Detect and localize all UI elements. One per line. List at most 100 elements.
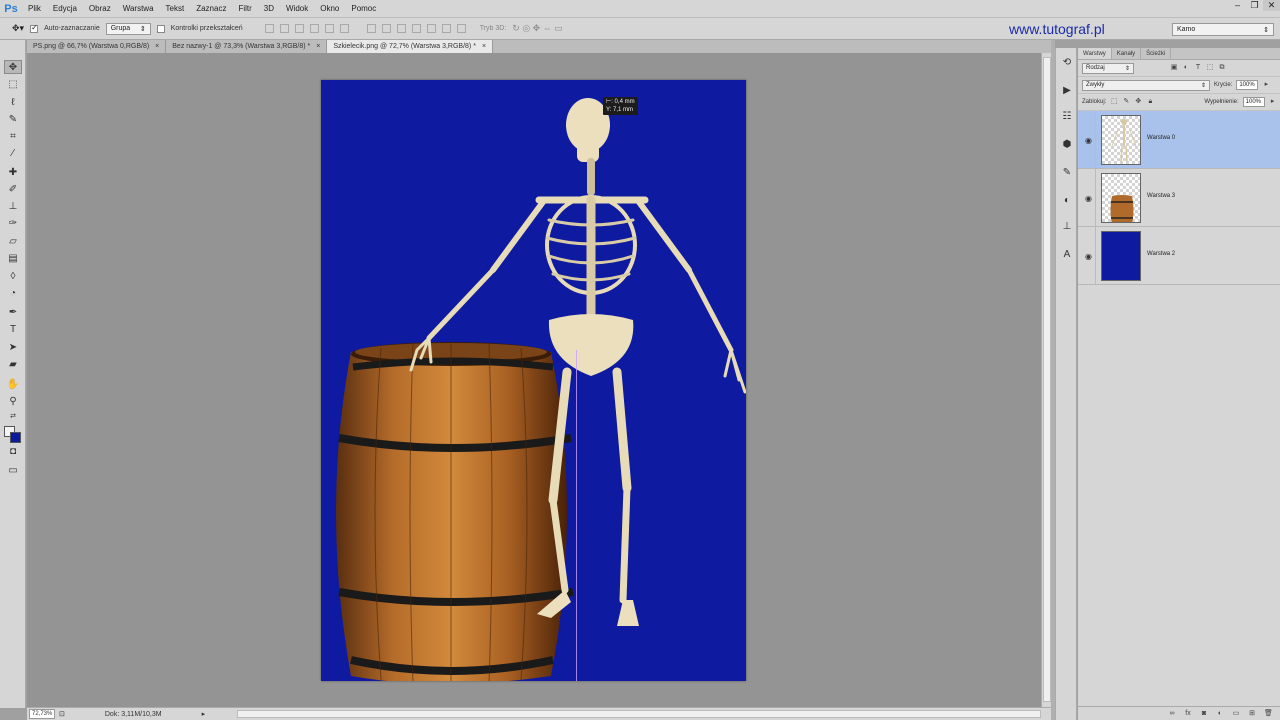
distribute-vcenter-icon[interactable]	[381, 24, 391, 33]
type-tool-icon[interactable]: T	[4, 323, 22, 337]
export-icon[interactable]: ⊡	[59, 710, 65, 718]
fill-dropdown-icon[interactable]: ▸	[1269, 98, 1277, 106]
layer-style-fx-icon[interactable]: fx	[1184, 710, 1192, 718]
3d-rotate-icon[interactable]: ↻ ◎ ✥ ⇔ ▭	[512, 23, 562, 34]
lasso-tool-icon[interactable]: ℓ	[4, 96, 22, 110]
lock-position-icon[interactable]: ✥	[1134, 98, 1142, 106]
distribute-top-icon[interactable]	[366, 24, 376, 33]
close-icon[interactable]: ×	[316, 43, 320, 50]
delete-layer-icon[interactable]: 🗑︎	[1264, 710, 1273, 718]
lock-transparent-icon[interactable]: ⬚	[1110, 98, 1118, 106]
quick-select-tool-icon[interactable]: ✎	[4, 113, 22, 127]
tab-sciezki[interactable]: Ścieżki	[1141, 48, 1172, 59]
fill-field[interactable]: 100%	[1242, 97, 1265, 107]
layer-name[interactable]: Warstwa 2	[1147, 251, 1175, 257]
filter-shape-icon[interactable]: ⬚	[1206, 64, 1214, 72]
zoom-level-field[interactable]: 72,73%	[29, 709, 55, 719]
3d-panel-icon[interactable]: ⬢	[1060, 138, 1074, 152]
skeleton-image[interactable]	[321, 80, 746, 681]
filter-adjustment-icon[interactable]: ◐	[1182, 64, 1190, 72]
canvas-area[interactable]: ⊢: 0,4 mm Y: 7,1 mm	[27, 53, 1041, 707]
workspace-select[interactable]: Kamo ⇕	[1172, 23, 1274, 36]
brush-tool-icon[interactable]: ✐	[4, 183, 22, 197]
history-brush-tool-icon[interactable]: ✑	[4, 217, 22, 231]
status-menu-arrow-icon[interactable]: ▸	[202, 710, 206, 718]
quick-mask-icon[interactable]: ◘	[4, 445, 22, 459]
blend-mode-select[interactable]: Zwykły ⇕	[1082, 79, 1210, 91]
align-bottom-icon[interactable]	[294, 24, 304, 33]
layer-name[interactable]: Warstwa 0	[1147, 135, 1175, 141]
link-layers-icon[interactable]: ∞	[1168, 710, 1176, 718]
move-tool-icon[interactable]: ✥	[4, 60, 22, 74]
distribute-left-icon[interactable]	[411, 24, 421, 33]
screen-mode-icon[interactable]: ▭	[4, 464, 22, 478]
minimize-button[interactable]: –	[1229, 0, 1246, 11]
menu-plik[interactable]: Plik	[22, 4, 47, 13]
align-right-icon[interactable]	[339, 24, 349, 33]
filter-pixel-icon[interactable]: ▣	[1170, 64, 1178, 72]
align-left-icon[interactable]	[309, 24, 319, 33]
add-mask-icon[interactable]: ◙	[1200, 710, 1208, 718]
auto-select-mode-select[interactable]: Grupa ⇕	[105, 22, 151, 35]
menu-widok[interactable]: Widok	[280, 4, 314, 13]
visibility-eye-icon[interactable]: ◉	[1082, 227, 1096, 285]
vertical-scrollbar[interactable]	[1041, 53, 1051, 707]
align-top-icon[interactable]	[264, 24, 274, 33]
menu-zaznacz[interactable]: Zaznacz	[190, 4, 232, 13]
history-panel-icon[interactable]: ⟲	[1060, 56, 1074, 70]
filter-type-icon[interactable]: T	[1194, 64, 1202, 72]
auto-align-icon[interactable]	[456, 24, 466, 33]
document-tab-active[interactable]: Szkielecik.png @ 72,7% (Warstwa 3,RGB/8)…	[327, 40, 494, 53]
document-canvas[interactable]: ⊢: 0,4 mm Y: 7,1 mm	[321, 80, 746, 681]
close-icon[interactable]: ×	[155, 43, 159, 50]
menu-edycja[interactable]: Edycja	[47, 4, 83, 13]
blur-tool-icon[interactable]: ◊	[4, 270, 22, 284]
background-color-swatch[interactable]	[10, 432, 21, 443]
move-tool-preset-icon[interactable]: ✥▾	[12, 23, 24, 34]
hand-tool-icon[interactable]: ✋	[4, 378, 22, 392]
scrollbar-thumb[interactable]	[1043, 57, 1051, 702]
distribute-bottom-icon[interactable]	[396, 24, 406, 33]
opacity-dropdown-icon[interactable]: ▸	[1262, 81, 1270, 89]
zoom-tool-icon[interactable]: ⚲	[4, 395, 22, 409]
new-group-icon[interactable]: ▭	[1232, 710, 1240, 718]
menu-pomoc[interactable]: Pomoc	[345, 4, 382, 13]
healing-brush-tool-icon[interactable]: ✚	[4, 166, 22, 180]
menu-okno[interactable]: Okno	[314, 4, 345, 13]
eyedropper-tool-icon[interactable]: ⁄	[4, 147, 22, 161]
distribute-hcenter-icon[interactable]	[426, 24, 436, 33]
swap-colors-icon[interactable]: ⇄	[4, 410, 22, 424]
shape-tool-icon[interactable]: ▰	[4, 358, 22, 372]
document-tab[interactable]: PS.png @ 66,7% (Warstwa 0,RGB/8) ×	[27, 40, 167, 53]
crop-tool-icon[interactable]: ⌗	[4, 130, 22, 144]
pen-tool-icon[interactable]: ✒	[4, 306, 22, 320]
menu-filtr[interactable]: Filtr	[232, 4, 257, 13]
actions-panel-icon[interactable]: ▶	[1060, 84, 1074, 98]
marquee-tool-icon[interactable]: ⬚	[4, 78, 22, 92]
brush-panel-icon[interactable]: ✎	[1060, 166, 1074, 180]
adjustments-panel-icon[interactable]: ◐	[1060, 194, 1074, 208]
menu-tekst[interactable]: Tekst	[160, 4, 191, 13]
horizontal-scrollbar[interactable]	[237, 710, 1041, 718]
layer-name[interactable]: Warstwa 3	[1147, 193, 1175, 199]
menu-obraz[interactable]: Obraz	[83, 4, 117, 13]
dodge-tool-icon[interactable]: ◔	[4, 287, 22, 301]
clone-stamp-tool-icon[interactable]: ⊥	[4, 200, 22, 214]
close-icon[interactable]: ×	[482, 43, 486, 50]
visibility-eye-icon[interactable]: ◉	[1082, 111, 1096, 169]
new-layer-icon[interactable]: ⊞	[1248, 710, 1256, 718]
properties-panel-icon[interactable]: ☷	[1060, 110, 1074, 124]
gradient-tool-icon[interactable]: ▤	[4, 252, 22, 266]
document-tab[interactable]: Bez nazwy-1 @ 73,3% (Warstwa 3,RGB/8) * ×	[166, 40, 328, 53]
align-hcenter-icon[interactable]	[324, 24, 334, 33]
menu-3d[interactable]: 3D	[258, 4, 280, 13]
lock-pixels-icon[interactable]: ✎	[1122, 98, 1130, 106]
layer-row-warstwa-2[interactable]: ◉ Warstwa 2	[1078, 227, 1280, 285]
eraser-tool-icon[interactable]: ▱	[4, 235, 22, 249]
visibility-eye-icon[interactable]: ◉	[1082, 169, 1096, 227]
close-button[interactable]: ✕	[1263, 0, 1280, 11]
restore-button[interactable]: ❐	[1246, 0, 1263, 11]
clone-source-panel-icon[interactable]: ⊥	[1060, 220, 1074, 234]
align-vcenter-icon[interactable]	[279, 24, 289, 33]
tab-kanaly[interactable]: Kanały	[1112, 48, 1142, 59]
